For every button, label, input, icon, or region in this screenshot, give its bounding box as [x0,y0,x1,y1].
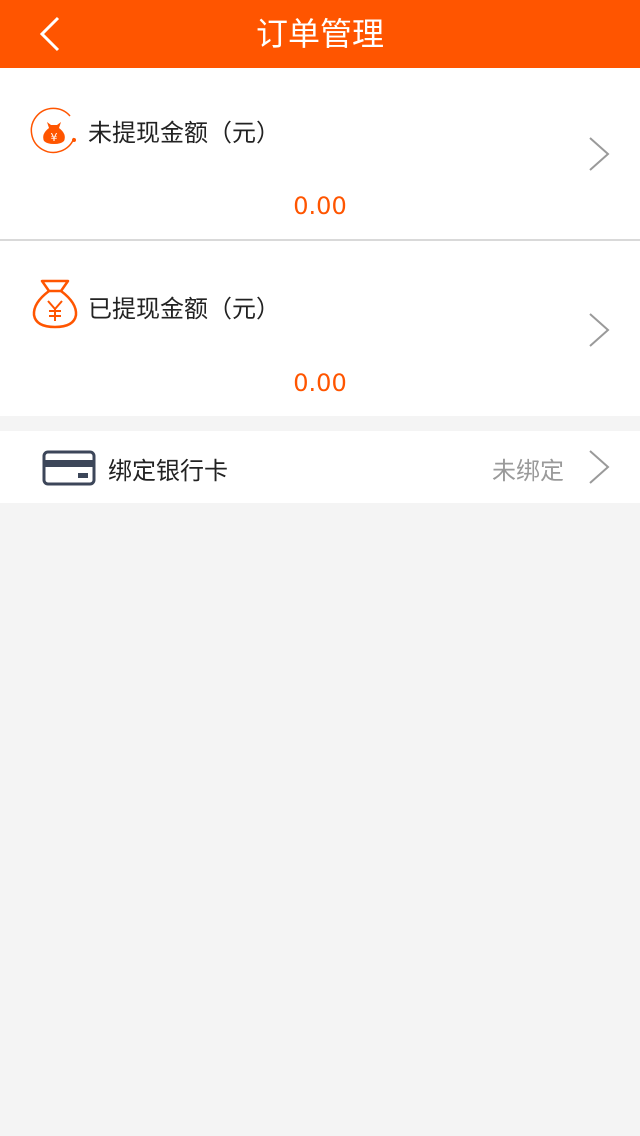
bind-bank-card-row[interactable]: 绑定银行卡 未绑定 [0,431,640,503]
withdrawn-amount-card[interactable]: 已提现金额（元） 0.00 [0,241,640,416]
unwithdrawn-amount-label: 未提现金额（元） [88,119,280,147]
unwithdrawn-amount-value: 0.00 [293,192,347,220]
bind-bank-card-label: 绑定银行卡 [108,457,228,485]
withdrawn-amount-value: 0.00 [293,369,347,397]
money-bag-icon [32,279,78,329]
header-bar: 订单管理 [0,0,640,68]
money-bag-circle-icon: ¥ [30,107,76,154]
page-title: 订单管理 [255,15,384,53]
bank-card-status: 未绑定 [492,457,564,485]
chevron-right-icon [589,137,610,171]
chevron-right-icon [589,450,610,484]
credit-card-icon [42,450,96,486]
chevron-right-icon [589,313,610,347]
unwithdrawn-amount-card[interactable]: ¥ 未提现金额（元） 0.00 [0,68,640,241]
withdrawn-amount-label: 已提现金额（元） [88,295,280,323]
svg-text:¥: ¥ [51,131,58,144]
